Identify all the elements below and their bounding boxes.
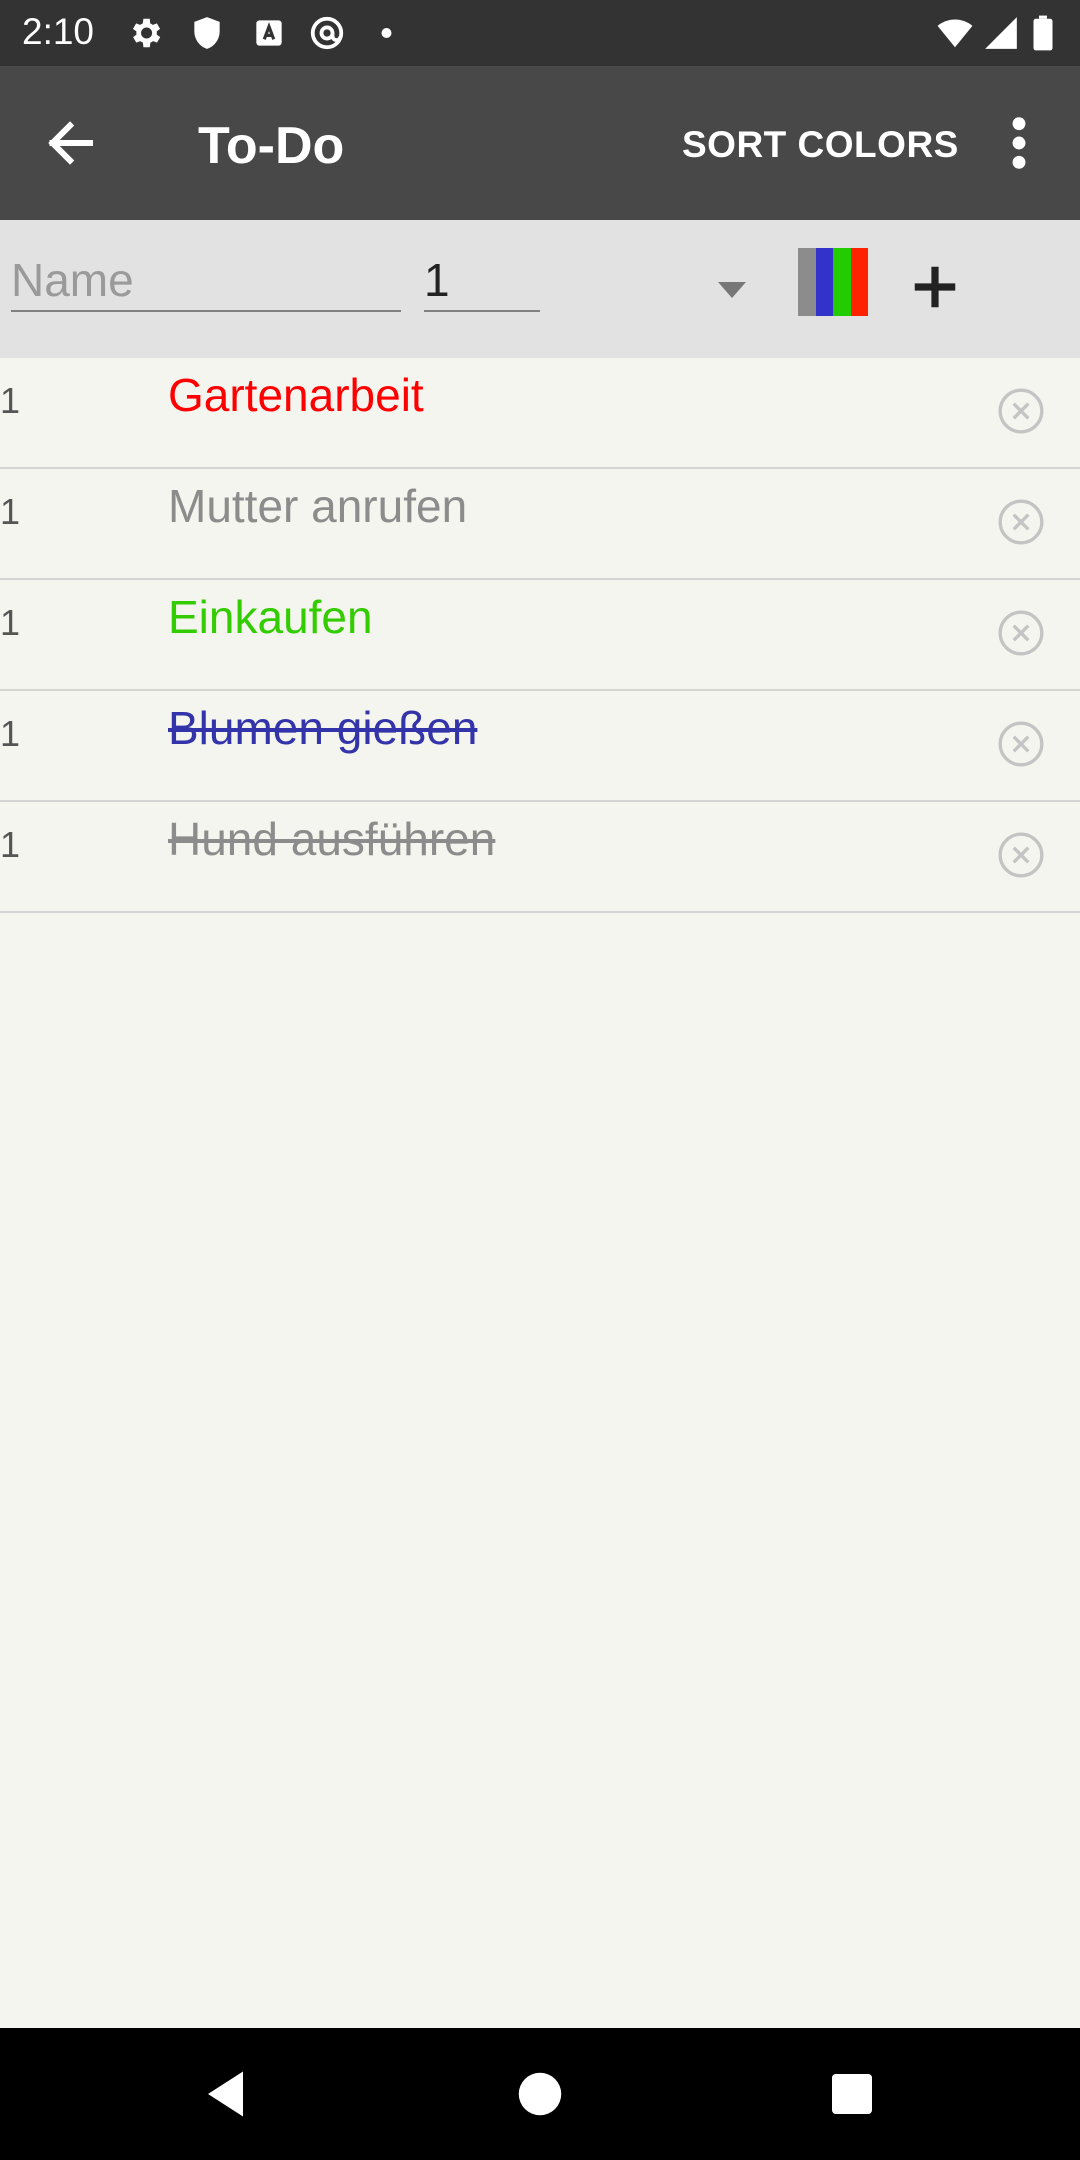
navigation-bar — [0, 2028, 1080, 2160]
list-item[interactable]: 1 Gartenarbeit — [0, 358, 1080, 469]
item-name[interactable]: Hund ausführen — [168, 812, 495, 866]
color-stripe — [850, 248, 868, 316]
name-input[interactable] — [11, 250, 401, 312]
page-title: To-Do — [198, 117, 345, 175]
list-item[interactable]: 1 Hund ausführen — [0, 802, 1080, 913]
delete-circle-x-icon[interactable] — [996, 608, 1046, 658]
back-arrow-icon[interactable] — [40, 113, 100, 173]
recents-square-icon[interactable] — [822, 2064, 882, 2124]
item-name[interactable]: Mutter anrufen — [168, 479, 467, 533]
signal-icon — [982, 14, 1020, 52]
status-bar: 2:10 — [0, 0, 1080, 66]
item-name[interactable]: Einkaufen — [168, 590, 373, 644]
delete-circle-x-icon[interactable] — [996, 830, 1046, 880]
color-stripe — [798, 248, 816, 316]
color-picker-button[interactable] — [798, 248, 868, 316]
list-item[interactable]: 1 Einkaufen — [0, 580, 1080, 691]
battery-icon — [1030, 14, 1056, 52]
home-circle-icon[interactable] — [510, 2064, 570, 2124]
status-time: 2:10 — [22, 11, 95, 52]
todo-list: 1 Gartenarbeit 1 Mutter anrufen 1 Einkaufen 1 B… — [0, 358, 1080, 913]
list-item[interactable]: 1 Mutter anrufen — [0, 469, 1080, 580]
delete-circle-x-icon[interactable] — [996, 386, 1046, 436]
delete-circle-x-icon[interactable] — [996, 497, 1046, 547]
gear-icon — [126, 14, 164, 52]
quantity-input[interactable] — [424, 250, 540, 312]
item-quantity: 1 — [0, 824, 21, 865]
new-item-row — [0, 220, 1080, 358]
item-name[interactable]: Blumen gießen — [168, 701, 477, 755]
delete-circle-x-icon[interactable] — [996, 719, 1046, 769]
wifi-icon — [936, 14, 974, 52]
keyboard-a-icon — [250, 14, 288, 52]
plus-icon[interactable] — [908, 260, 962, 314]
dropdown-triangle-icon[interactable] — [716, 280, 748, 300]
item-quantity: 1 — [0, 491, 21, 532]
list-item[interactable]: 1 Blumen gießen — [0, 691, 1080, 802]
more-vert-icon[interactable] — [1000, 114, 1038, 172]
color-stripe — [815, 248, 833, 316]
item-quantity: 1 — [0, 602, 21, 643]
back-triangle-icon[interactable] — [198, 2064, 258, 2124]
color-stripe — [833, 248, 851, 316]
item-name[interactable]: Gartenarbeit — [168, 368, 424, 422]
app-bar: To-Do SORT COLORS — [0, 66, 1080, 220]
sort-colors-button[interactable]: SORT COLORS — [682, 124, 959, 166]
item-quantity: 1 — [0, 713, 21, 754]
dot-icon — [374, 14, 404, 52]
item-quantity: 1 — [0, 380, 21, 421]
at-sign-icon — [308, 14, 346, 52]
shield-icon — [188, 14, 226, 52]
